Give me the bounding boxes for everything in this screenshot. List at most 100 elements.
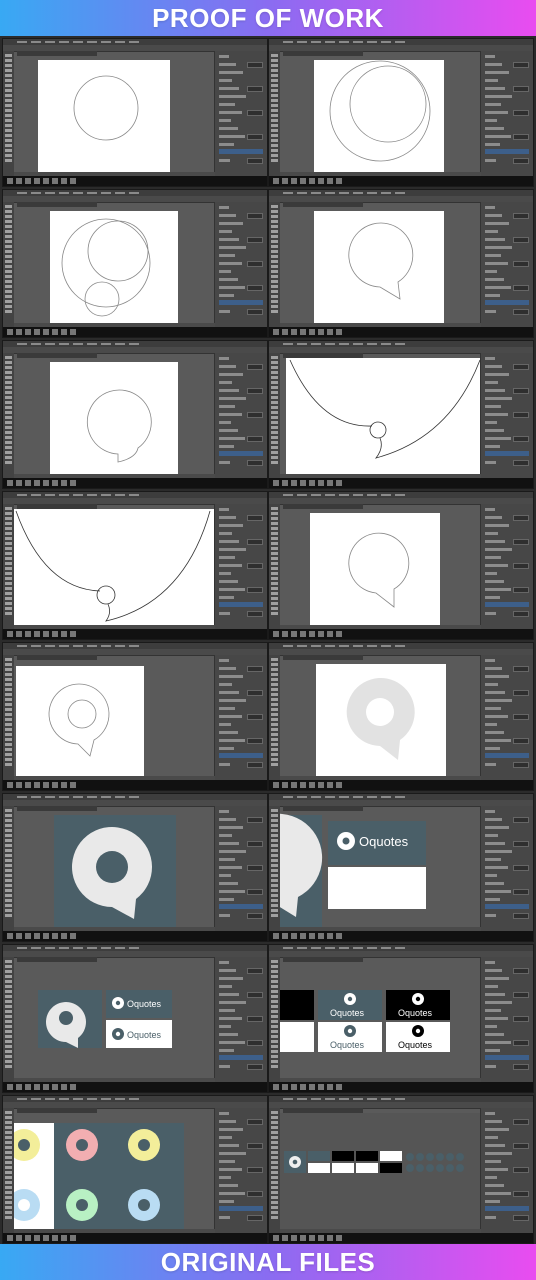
artboard: [14, 509, 215, 627]
layer-selection: [485, 1055, 529, 1060]
properties-panel: [480, 353, 533, 478]
windows-taskbar: [3, 931, 267, 941]
document-tab: [283, 957, 363, 962]
artboard: [280, 56, 481, 174]
document-tab: [17, 51, 97, 56]
windows-taskbar: [269, 931, 533, 941]
layer-selection: [219, 1206, 263, 1211]
windows-taskbar: [3, 478, 267, 488]
tools-panel: [269, 655, 280, 780]
layer-selection: [219, 1055, 263, 1060]
layer-selection: [485, 451, 529, 456]
document-tab: [283, 806, 363, 811]
proof-of-work-banner: PROOF OF WORK: [0, 0, 536, 36]
tools-panel: [3, 51, 14, 176]
document-tab: [17, 655, 97, 660]
properties-panel: [480, 957, 533, 1082]
windows-taskbar: [3, 176, 267, 186]
artboard: [14, 358, 215, 476]
artboard: [280, 660, 481, 778]
properties-panel: [214, 51, 267, 176]
tools-panel: [3, 1108, 14, 1233]
artboard: [14, 56, 215, 174]
artboard: Oquotes Oquotes Oquotes Oquotes: [280, 962, 481, 1078]
document-tab: [17, 202, 97, 207]
windows-taskbar: [269, 176, 533, 186]
properties-panel: [214, 504, 267, 629]
screenshot-step-7: [2, 491, 268, 640]
document-tab: [17, 806, 97, 811]
layer-selection: [219, 904, 263, 909]
layer-selection: [219, 753, 263, 758]
tools-panel: [269, 51, 280, 176]
properties-panel: [214, 353, 267, 478]
windows-taskbar: [3, 1233, 267, 1243]
windows-taskbar: [269, 1233, 533, 1243]
tools-panel: [269, 504, 280, 629]
windows-taskbar: [3, 629, 267, 639]
logo-text: Oquotes: [330, 1008, 365, 1018]
properties-panel: [480, 806, 533, 931]
tools-panel: [3, 957, 14, 1082]
document-tab: [17, 1108, 97, 1113]
artboard: [280, 358, 483, 476]
layer-selection: [219, 602, 263, 607]
layer-selection: [485, 149, 529, 154]
layer-selection: [219, 300, 263, 305]
layer-selection: [485, 602, 529, 607]
windows-taskbar: [3, 1082, 267, 1092]
tools-panel: [269, 202, 280, 327]
windows-taskbar: [3, 327, 267, 337]
original-files-banner: ORIGINAL FILES: [0, 1244, 536, 1280]
logo-text: Oquotes: [398, 1008, 433, 1018]
layer-selection: [219, 451, 263, 456]
screenshot-step-15: [2, 1095, 268, 1244]
document-tab: [17, 504, 97, 509]
document-tab: [283, 1108, 363, 1113]
screenshot-step-10: [268, 642, 534, 791]
artboard: [14, 207, 215, 325]
tools-panel: [269, 1108, 280, 1233]
screenshot-step-14: Oquotes Oquotes Oquotes Oquotes: [268, 944, 534, 1093]
windows-taskbar: [269, 1082, 533, 1092]
properties-panel: [480, 655, 533, 780]
screenshot-step-8: [268, 491, 534, 640]
tools-panel: [269, 806, 280, 931]
logo-text: Oquotes: [330, 1040, 365, 1050]
document-tab: [17, 353, 97, 358]
document-tab: [283, 504, 363, 509]
tools-panel: [3, 655, 14, 780]
document-tab: [283, 353, 363, 358]
layer-selection: [219, 149, 263, 154]
layer-selection: [485, 753, 529, 758]
artboard: Oquotes: [280, 811, 481, 929]
screenshot-step-5: [2, 340, 268, 489]
properties-panel: [214, 655, 267, 780]
document-tab: [283, 51, 363, 56]
windows-taskbar: [269, 327, 533, 337]
tools-panel: [3, 202, 14, 327]
properties-panel: [214, 957, 267, 1082]
logo-text: Oquotes: [359, 834, 409, 849]
screenshot-step-4: [268, 189, 534, 338]
artboard: [14, 1113, 215, 1231]
properties-panel: [480, 504, 533, 629]
windows-taskbar: [3, 780, 267, 790]
windows-taskbar: [269, 780, 533, 790]
windows-taskbar: [269, 629, 533, 639]
document-tab: [283, 655, 363, 660]
screenshot-step-3: [2, 189, 268, 338]
layer-selection: [485, 904, 529, 909]
tools-panel: [269, 957, 280, 1082]
tools-panel: [3, 353, 14, 478]
windows-taskbar: [269, 478, 533, 488]
layer-selection: [485, 1206, 529, 1211]
logo-text: Oquotes: [127, 999, 162, 1009]
artboard: [14, 660, 215, 778]
screenshot-grid: Oquotes Oquotes Oquotes Oquotes Oquotes …: [0, 36, 536, 1244]
document-tab: [283, 202, 363, 207]
screenshot-step-11: [2, 793, 268, 942]
properties-panel: [480, 1108, 533, 1233]
properties-panel: [214, 202, 267, 327]
banner-title: ORIGINAL FILES: [160, 1246, 376, 1277]
